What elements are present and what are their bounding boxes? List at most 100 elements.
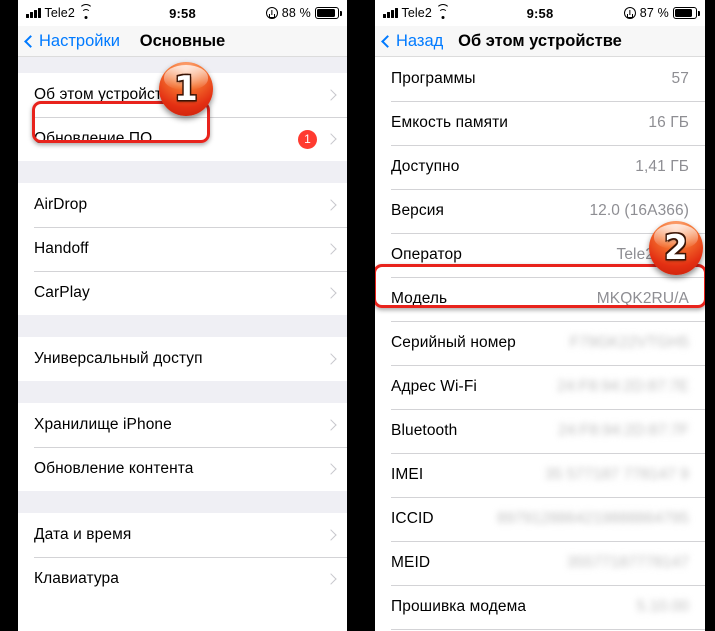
detail-row-label: Прошивка модема bbox=[391, 598, 527, 615]
battery-icon bbox=[315, 7, 342, 19]
status-left-group: Tele2 bbox=[26, 3, 93, 20]
detail-row-label: Доступно bbox=[391, 158, 460, 175]
list-item[interactable]: Универсальный доступ bbox=[18, 337, 347, 381]
chevron-right-icon bbox=[325, 287, 337, 299]
callout-badge-2: 2 bbox=[649, 221, 703, 275]
chevron-right-icon bbox=[325, 419, 337, 431]
list-section: Дата и время Клавиатура bbox=[18, 513, 347, 601]
detail-row-value: 16 ГБ bbox=[648, 114, 689, 131]
list-item[interactable]: Клавиатура bbox=[18, 557, 347, 601]
chevron-right-icon bbox=[325, 199, 337, 211]
list-section-gap bbox=[18, 161, 347, 183]
list-item-label: Обновление ПО bbox=[34, 130, 153, 147]
detail-row-label: IMEI bbox=[391, 466, 424, 483]
back-button-label: Назад bbox=[396, 31, 444, 50]
list-section-gap bbox=[18, 315, 347, 337]
detail-row: MEID 35577187778147 bbox=[375, 541, 705, 585]
detail-row-value: 8979128864219888864795 bbox=[497, 510, 689, 527]
battery-percent-label: 88 % bbox=[281, 6, 311, 20]
status-left-group: Tele2 bbox=[383, 3, 450, 20]
chevron-right-icon bbox=[325, 529, 337, 541]
list-item-label: Хранилище iPhone bbox=[34, 416, 172, 433]
list-section-gap bbox=[18, 491, 347, 513]
carrier-label: Tele2 bbox=[401, 6, 432, 20]
detail-row-value: 35 577187 778147 9 bbox=[544, 466, 689, 483]
detail-row-value: F79GK22VTGH5 bbox=[569, 334, 689, 351]
list-item-label: Обновление контента bbox=[34, 460, 194, 477]
detail-row: IMEI 35 577187 778147 9 bbox=[375, 453, 705, 497]
detail-row-value: MKQK2RU/A bbox=[596, 290, 689, 307]
detail-row: Доступно 1,41 ГБ bbox=[375, 145, 705, 189]
chevron-right-icon bbox=[325, 353, 337, 365]
detail-row: Bluetooth 24:F8:94:2D:87:7F bbox=[375, 409, 705, 453]
detail-row: Прошивка модема 5.10.00 bbox=[375, 585, 705, 629]
callout-number: 1 bbox=[174, 69, 198, 109]
chevron-right-icon bbox=[325, 463, 337, 475]
detail-row-label: Программы bbox=[391, 70, 476, 87]
list-item-label: CarPlay bbox=[34, 284, 90, 301]
list-item[interactable]: CarPlay bbox=[18, 271, 347, 315]
detail-row-value: 12.0 (16A366) bbox=[589, 202, 689, 219]
detail-row-value: 1,41 ГБ bbox=[635, 158, 689, 175]
right-phone-screen: Tele2 9:58 87 % Назад Об этом устройстве… bbox=[375, 0, 705, 631]
detail-row-label: Оператор bbox=[391, 246, 462, 263]
detail-row: Серийный номер F79GK22VTGH5 bbox=[375, 321, 705, 365]
detail-row-value: 5.10.00 bbox=[636, 598, 689, 615]
list-item[interactable]: Обновление контента bbox=[18, 447, 347, 491]
list-item[interactable]: Дата и время bbox=[18, 513, 347, 557]
right-status-bar: Tele2 9:58 87 % bbox=[375, 0, 705, 26]
chevron-right-icon bbox=[325, 573, 337, 585]
left-nav-bar: Настройки Основные bbox=[18, 26, 347, 57]
notification-badge: 1 bbox=[298, 129, 317, 149]
signal-bars-icon bbox=[26, 8, 41, 18]
list-item-label: Handoff bbox=[34, 240, 89, 257]
list-item-label: Универсальный доступ bbox=[34, 350, 203, 367]
chevron-right-icon bbox=[325, 89, 337, 101]
detail-row-label: MEID bbox=[391, 554, 431, 571]
list-item[interactable]: Handoff bbox=[18, 227, 347, 271]
screenshot-stage: Tele2 9:58 88 % Настройки Основные Об эт… bbox=[0, 0, 715, 631]
battery-icon bbox=[673, 7, 700, 19]
orientation-lock-icon bbox=[623, 7, 636, 19]
detail-row: Емкость памяти 16 ГБ bbox=[375, 101, 705, 145]
detail-row-label: Емкость памяти bbox=[391, 114, 509, 131]
list-section: Универсальный доступ bbox=[18, 337, 347, 381]
chevron-left-icon bbox=[24, 34, 37, 48]
detail-row-value: 35577187778147 bbox=[566, 554, 689, 571]
list-section: Хранилище iPhone Обновление контента bbox=[18, 403, 347, 491]
left-status-bar: Tele2 9:58 88 % bbox=[18, 0, 347, 26]
list-section-gap bbox=[18, 381, 347, 403]
detail-row-label: Модель bbox=[391, 290, 448, 307]
wifi-icon bbox=[78, 3, 93, 19]
detail-row: ICCID 8979128864219888864795 bbox=[375, 497, 705, 541]
list-item[interactable]: AirDrop bbox=[18, 183, 347, 227]
status-right-group: 87 % bbox=[623, 6, 700, 20]
detail-row-value: 24:F8:94:2D:87:7F bbox=[558, 422, 689, 439]
wifi-icon bbox=[435, 3, 450, 19]
general-settings-list: Об этом устройстве Обновление ПО 1 AirDrop H… bbox=[18, 57, 347, 601]
callout-badge-1: 1 bbox=[159, 62, 213, 116]
list-item-label: Клавиатура bbox=[34, 570, 119, 587]
detail-row-value: 57 bbox=[671, 70, 689, 87]
detail-row-label: ICCID bbox=[391, 510, 434, 527]
back-button-settings[interactable]: Настройки bbox=[24, 31, 120, 51]
status-right-group: 88 % bbox=[265, 6, 342, 20]
detail-row-value: 24:F8:94:2D:87:7E bbox=[557, 378, 689, 395]
detail-row: Программы 57 bbox=[375, 57, 705, 101]
chevron-left-icon bbox=[381, 34, 394, 48]
callout-number: 2 bbox=[664, 228, 688, 268]
list-item[interactable]: Хранилище iPhone bbox=[18, 403, 347, 447]
orientation-lock-icon bbox=[265, 7, 278, 19]
detail-row: Адрес Wi-Fi 24:F8:94:2D:87:7E bbox=[375, 365, 705, 409]
back-button-label: Настройки bbox=[39, 31, 120, 50]
back-button-general[interactable]: Назад bbox=[381, 31, 444, 51]
detail-row: Модель MKQK2RU/A bbox=[375, 277, 705, 321]
chevron-right-icon bbox=[325, 243, 337, 255]
detail-row-label: Адрес Wi-Fi bbox=[391, 378, 477, 395]
detail-row-label: Bluetooth bbox=[391, 422, 458, 439]
list-item[interactable]: Обновление ПО 1 bbox=[18, 117, 347, 161]
list-item-label: AirDrop bbox=[34, 196, 88, 213]
list-item-label: Дата и время bbox=[34, 526, 132, 543]
signal-bars-icon bbox=[383, 8, 398, 18]
right-nav-bar: Назад Об этом устройстве bbox=[375, 26, 705, 57]
